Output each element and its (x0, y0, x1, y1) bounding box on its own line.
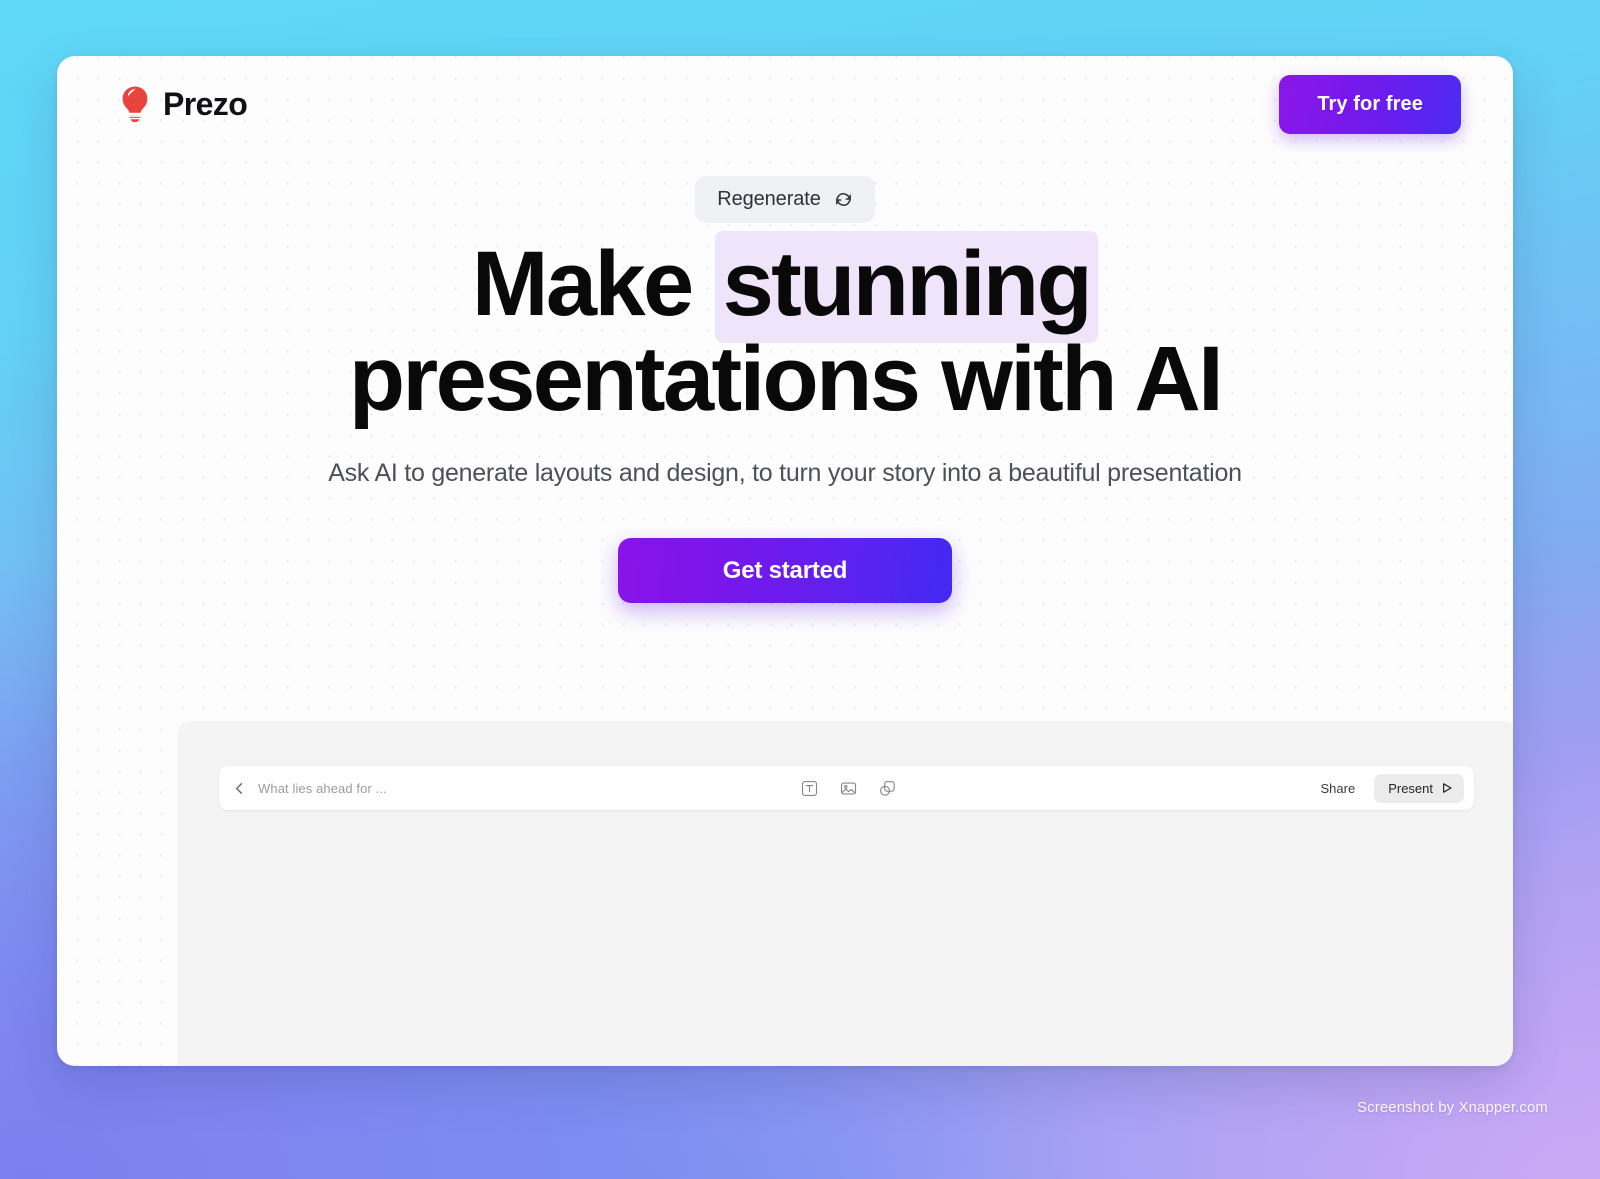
refresh-cycle-icon (834, 190, 853, 209)
hero-section: Regenerate Make stunning presentations w… (57, 176, 1513, 604)
regenerate-button[interactable]: Regenerate (695, 176, 875, 223)
cta-container: Get started (57, 538, 1513, 604)
regenerate-label: Regenerate (717, 188, 821, 210)
text-tool-icon[interactable] (801, 780, 818, 797)
toolbar-right-group: Share Present (1064, 773, 1464, 803)
image-tool-icon[interactable] (840, 780, 857, 797)
present-label: Present (1388, 780, 1433, 796)
share-button[interactable]: Share (1307, 774, 1368, 803)
editor-preview-panel: What lies ahead for ... Share Present (177, 721, 1513, 1066)
get-started-button[interactable]: Get started (618, 538, 952, 604)
lightbulb-icon (119, 85, 151, 123)
watermark: Screenshot by Xnapper.com (1357, 1099, 1548, 1116)
play-triangle-icon (1441, 782, 1453, 794)
toolbar-tools-group (633, 780, 1064, 797)
page-subtitle: Ask AI to generate layouts and design, t… (328, 458, 1242, 487)
headline-part-1: Make (471, 233, 715, 335)
page-title: Make stunning presentations with AI (57, 231, 1513, 430)
brand-logo[interactable]: Prezo (119, 85, 248, 123)
headline-highlight: stunning (714, 231, 1099, 343)
headline-part-2: presentations with AI (348, 327, 1224, 430)
document-title[interactable]: What lies ahead for ... (258, 781, 387, 796)
shapes-tool-icon[interactable] (879, 780, 896, 797)
try-for-free-button[interactable]: Try for free (1279, 74, 1461, 134)
editor-toolbar: What lies ahead for ... Share Present (219, 766, 1474, 810)
present-button[interactable]: Present (1374, 773, 1464, 803)
brand-name: Prezo (163, 85, 248, 122)
app-header: Prezo Try for free (57, 56, 1513, 152)
app-window: Prezo Try for free Regenerate Make stunn… (57, 56, 1513, 1066)
toolbar-left-group: What lies ahead for ... (233, 781, 633, 796)
chevron-left-icon[interactable] (233, 782, 246, 795)
